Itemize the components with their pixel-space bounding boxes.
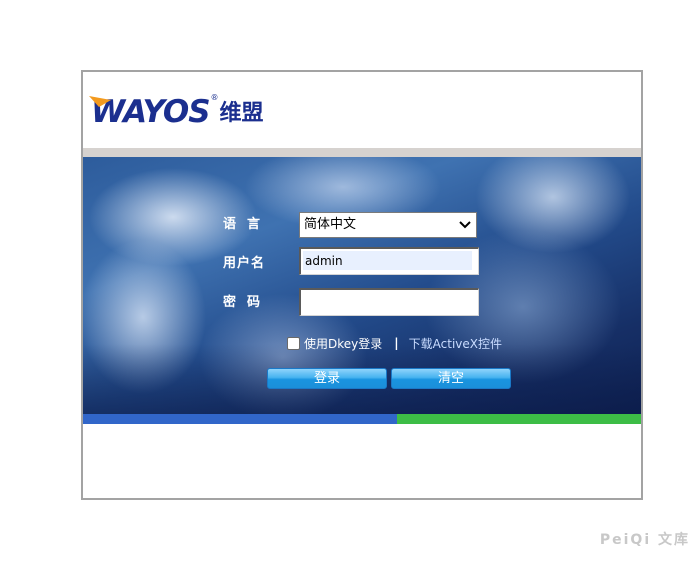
username-label: 用户名 bbox=[223, 256, 266, 271]
dkey-row: 使用Dkey登录 | 下载ActiveX控件 bbox=[287, 334, 502, 352]
color-bar bbox=[83, 414, 641, 424]
login-panel: WAYOS ® 维盟 语言 简体中文 用户名 admin 密码 使用Dkey登录… bbox=[81, 70, 643, 500]
wayos-logo: WAYOS ® 维盟 bbox=[89, 93, 264, 128]
dkey-checkbox[interactable] bbox=[287, 336, 300, 350]
earth-banner: 语言 简体中文 用户名 admin 密码 使用Dkey登录 | 下载Active… bbox=[83, 157, 641, 414]
login-button[interactable]: 登录 bbox=[267, 368, 387, 389]
dkey-label[interactable]: 使用Dkey登录 bbox=[304, 335, 382, 352]
logo-chinese-text: 维盟 bbox=[219, 101, 264, 126]
language-selected-value: 简体中文 bbox=[304, 217, 357, 232]
language-select[interactable]: 简体中文 bbox=[299, 212, 477, 238]
color-bar-blue bbox=[83, 414, 397, 424]
logo-registered-mark: ® bbox=[210, 93, 219, 102]
watermark: PeiQi 文库 bbox=[599, 532, 690, 548]
username-input[interactable]: admin bbox=[299, 247, 479, 275]
link-separator: | bbox=[394, 336, 399, 350]
header: WAYOS ® 维盟 bbox=[83, 72, 641, 148]
chevron-down-icon bbox=[459, 221, 471, 229]
logo-swoosh-icon bbox=[89, 96, 111, 107]
username-value: admin bbox=[305, 254, 343, 268]
password-input[interactable] bbox=[299, 288, 479, 316]
password-label: 密码 bbox=[223, 295, 272, 310]
clear-button[interactable]: 清空 bbox=[391, 368, 511, 389]
download-activex-link[interactable]: 下载ActiveX控件 bbox=[409, 335, 502, 352]
header-divider bbox=[83, 148, 641, 157]
language-label: 语言 bbox=[223, 217, 272, 232]
color-bar-green bbox=[397, 414, 641, 424]
